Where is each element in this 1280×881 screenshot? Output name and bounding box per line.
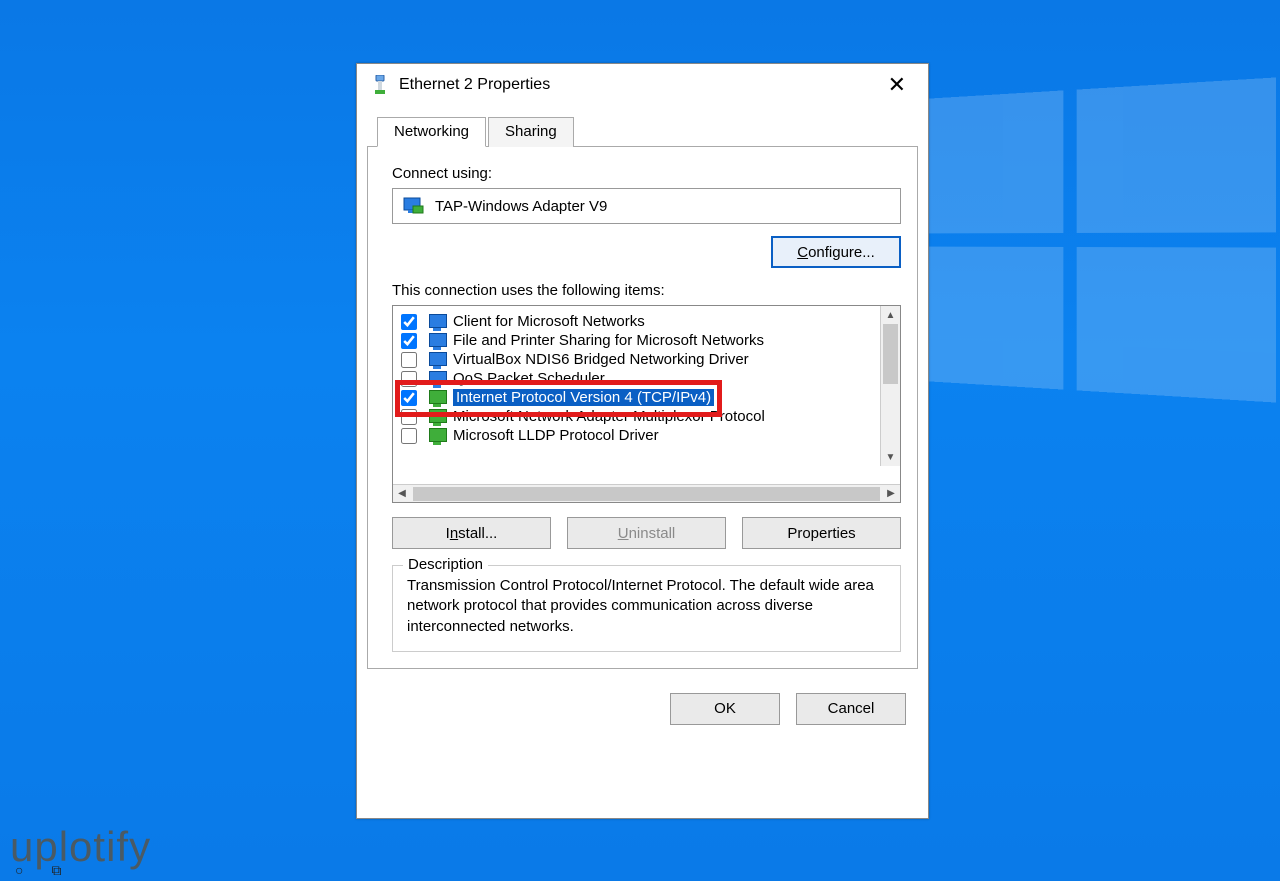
list-item-label: QoS Packet Scheduler (453, 370, 605, 387)
adapter-box[interactable]: TAP-Windows Adapter V9 (392, 188, 901, 224)
scroll-up-arrow-icon[interactable]: ▲ (881, 306, 900, 324)
close-button[interactable]: ✕ (880, 72, 914, 98)
list-item[interactable]: VirtualBox NDIS6 Bridged Networking Driv… (397, 350, 896, 369)
scroll-down-arrow-icon[interactable]: ▼ (881, 448, 900, 466)
list-item-checkbox[interactable] (401, 428, 417, 444)
list-item[interactable]: Microsoft Network Adapter Multiplexor Pr… (397, 407, 896, 426)
description-fieldset: Description Transmission Control Protoco… (392, 565, 901, 652)
network-component-icon (427, 371, 447, 387)
list-item-label: Microsoft LLDP Protocol Driver (453, 427, 659, 444)
horizontal-scrollbar[interactable]: ◀ ▶ (393, 484, 900, 502)
dialog-footer: OK Cancel (357, 679, 928, 743)
windows-logo-background (893, 77, 1276, 402)
adapter-name: TAP-Windows Adapter V9 (435, 198, 607, 215)
list-item-label: File and Printer Sharing for Microsoft N… (453, 332, 764, 349)
list-item[interactable]: Internet Protocol Version 4 (TCP/IPv4) (397, 388, 896, 407)
install-button[interactable]: Install... (392, 517, 551, 549)
connection-items-list[interactable]: Client for Microsoft Networks File and Pr… (392, 305, 901, 503)
vertical-scrollbar[interactable]: ▲ ▼ (880, 306, 900, 466)
scrollbar-thumb[interactable] (883, 324, 898, 384)
list-item[interactable]: Client for Microsoft Networks (397, 312, 896, 331)
tab-sharing[interactable]: Sharing (488, 117, 574, 147)
list-item[interactable]: File and Printer Sharing for Microsoft N… (397, 331, 896, 350)
connection-items-label: This connection uses the following items… (392, 282, 901, 299)
ethernet-properties-dialog: Ethernet 2 Properties ✕ Networking Shari… (356, 63, 929, 819)
list-item-label: VirtualBox NDIS6 Bridged Networking Driv… (453, 351, 749, 368)
cortana-icon: ○ (15, 862, 23, 879)
list-item[interactable]: QoS Packet Scheduler (397, 369, 896, 388)
list-item-label: Internet Protocol Version 4 (TCP/IPv4) (453, 389, 714, 406)
configure-button[interactable]: Configure... (771, 236, 901, 268)
tab-row: Networking Sharing (367, 116, 918, 147)
ethernet-icon (371, 75, 389, 95)
taskbar-icons: ○ ⧉ (15, 862, 61, 879)
list-item-checkbox[interactable] (401, 352, 417, 368)
network-component-icon (427, 352, 447, 368)
scroll-right-arrow-icon[interactable]: ▶ (882, 488, 900, 499)
hscroll-track[interactable] (413, 487, 880, 501)
tab-networking[interactable]: Networking (377, 117, 486, 147)
network-component-icon (427, 409, 447, 425)
list-item-checkbox[interactable] (401, 371, 417, 387)
cancel-button[interactable]: Cancel (796, 693, 906, 725)
tab-body-networking: Connect using: TAP-Windows Adapter V9 Co… (367, 147, 918, 669)
list-item-checkbox[interactable] (401, 314, 417, 330)
properties-button[interactable]: Properties (742, 517, 901, 549)
network-component-icon (427, 428, 447, 444)
scroll-left-arrow-icon[interactable]: ◀ (393, 488, 411, 499)
uninstall-button: Uninstall (567, 517, 726, 549)
dialog-title: Ethernet 2 Properties (399, 76, 880, 94)
list-item-checkbox[interactable] (401, 333, 417, 349)
ok-button[interactable]: OK (670, 693, 780, 725)
network-component-icon (427, 390, 447, 406)
adapter-icon (403, 197, 425, 215)
description-text: Transmission Control Protocol/Internet P… (407, 576, 886, 637)
connect-using-label: Connect using: (392, 165, 901, 182)
list-item-checkbox[interactable] (401, 409, 417, 425)
taskview-icon: ⧉ (51, 862, 61, 879)
network-component-icon (427, 333, 447, 349)
network-component-icon (427, 314, 447, 330)
dialog-titlebar: Ethernet 2 Properties ✕ (357, 64, 928, 106)
list-item[interactable]: Microsoft LLDP Protocol Driver (397, 426, 896, 445)
description-legend: Description (403, 556, 488, 573)
list-item-label: Client for Microsoft Networks (453, 313, 645, 330)
list-item-label: Microsoft Network Adapter Multiplexor Pr… (453, 408, 765, 425)
list-item-checkbox[interactable] (401, 390, 417, 406)
